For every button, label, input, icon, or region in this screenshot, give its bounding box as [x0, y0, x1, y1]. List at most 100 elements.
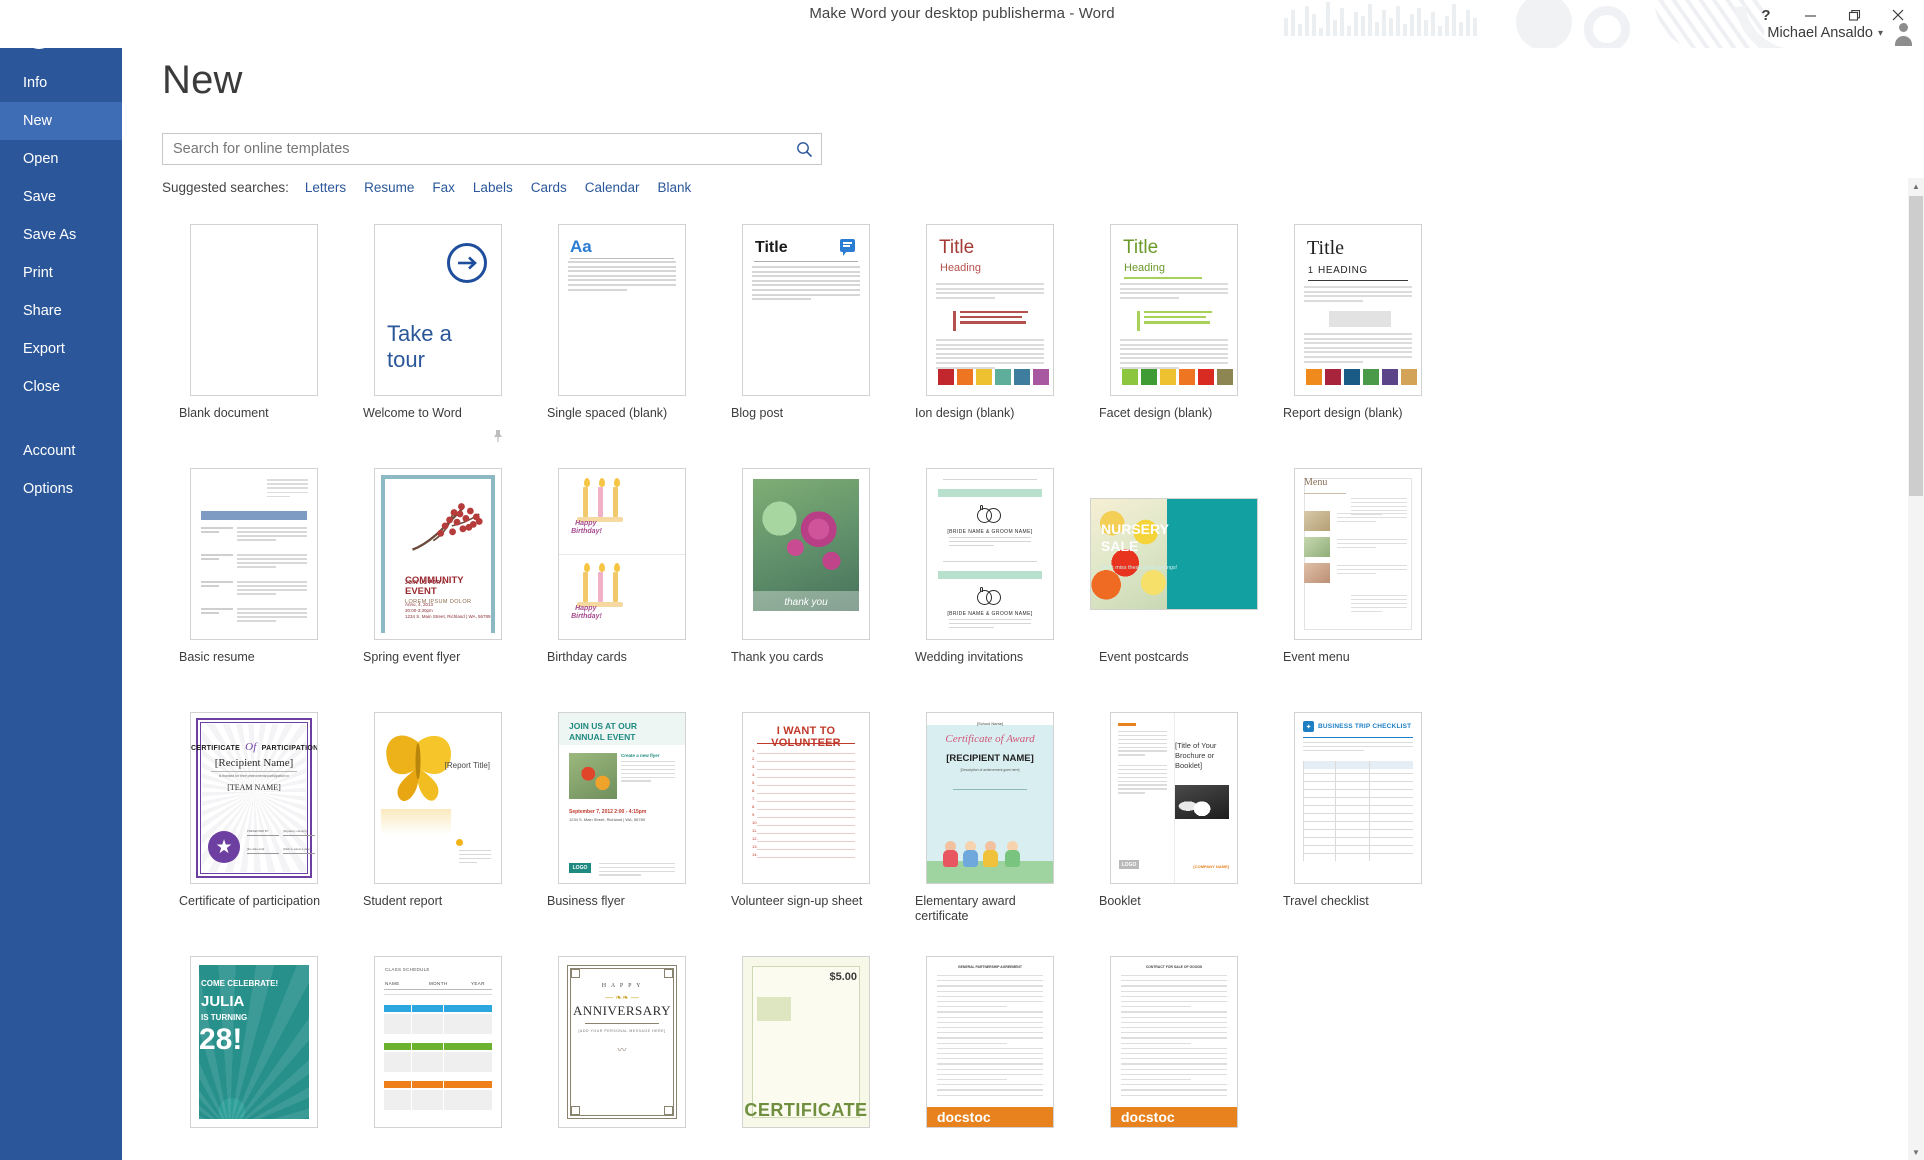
award-kid-1: [943, 841, 958, 867]
text-line: [237, 589, 307, 591]
template-thumbnail[interactable]: [Title of Your Brochure or Booklet] [COMP…: [1110, 712, 1238, 884]
text-line: [1304, 337, 1412, 340]
legal-text-line: [937, 975, 1043, 977]
color-swatch-6: [1217, 369, 1233, 385]
template-thumbnail[interactable]: $5.00 CERTIFICATE: [742, 956, 870, 1128]
template-thumbnail[interactable]: Happy Birthday! Happy Birthday!: [558, 468, 686, 640]
template-thumbnail[interactable]: CLASS SCHEDULE NAME MONTH YEAR: [374, 956, 502, 1128]
sidebar-item-options[interactable]: Options: [0, 470, 122, 508]
text-line: [943, 561, 1037, 563]
text-line: [936, 292, 1044, 295]
deco-bar: [1298, 24, 1302, 36]
booklet-photo: [1175, 785, 1229, 819]
legal-text-line: [937, 1053, 1043, 1055]
row-number: 12.: [752, 836, 758, 841]
accent-line: [960, 311, 1028, 314]
candle-flame: [584, 477, 591, 487]
suggested-search-blank[interactable]: Blank: [658, 180, 692, 195]
template-thumbnail[interactable]: [BRIDE NAME & GROOM NAME] [BRIDE NAME & G…: [926, 468, 1054, 640]
row-number: 11.: [752, 828, 758, 833]
template-thumbnail[interactable]: thank you: [742, 468, 870, 640]
sidebar-item-open[interactable]: Open: [0, 140, 122, 178]
scroll-up-button[interactable]: ▲: [1908, 178, 1924, 194]
sidebar-item-close[interactable]: Close: [0, 368, 122, 406]
template-thumbnail[interactable]: CERTIFICATE Of PARTICIPATION [Recipient Nam…: [190, 712, 318, 884]
booklet-fold: [1174, 713, 1175, 883]
legal-text-line: [1121, 1001, 1227, 1003]
template-thumbnail[interactable]: GENERAL PARTNERSHIP AGREEMENT docstoc: [926, 956, 1054, 1128]
award-kid-3: [983, 841, 998, 867]
docstoc-logo-text: docstoc: [937, 1109, 991, 1125]
sidebar-item-info[interactable]: Info: [0, 64, 122, 102]
template-thumbnail[interactable]: [Report Title]: [374, 712, 502, 884]
pin-icon[interactable]: [492, 429, 504, 443]
template-thumbnail[interactable]: [190, 468, 318, 640]
template-thumbnail[interactable]: I WANT TO VOLUNTEER 1. 2. 3. 4. 5. 6. 7. 8. 9. 10.…: [742, 712, 870, 884]
template-cell: Take a tour Welcome to Word: [346, 217, 530, 461]
legal-text-line: [937, 1068, 1043, 1070]
suggested-search-cards[interactable]: Cards: [531, 180, 567, 195]
template-thumbnail[interactable]: Title: [742, 224, 870, 396]
text-line: [752, 266, 860, 268]
text-lines: [1304, 286, 1412, 304]
template-thumbnail[interactable]: COME CELEBRATE! JULIA IS TURNING 28!: [190, 956, 318, 1128]
kid-body: [1005, 850, 1020, 867]
template-thumbnail[interactable]: Title Heading: [1110, 224, 1238, 396]
template-scrollbar[interactable]: ▲ ▼: [1908, 178, 1924, 1160]
scrollbar-thumb[interactable]: [1909, 196, 1923, 496]
text-line: [943, 479, 1037, 481]
sidebar-item-save[interactable]: Save: [0, 178, 122, 216]
template-thumbnail[interactable]: JOIN US AT OUR ANNUAL EVENT Create a new f…: [558, 712, 686, 884]
scroll-down-button[interactable]: ▼: [1908, 1144, 1924, 1160]
suggested-search-fax[interactable]: Fax: [432, 180, 455, 195]
legal-text-line: [937, 990, 1043, 992]
account-area[interactable]: Michael Ansaldo ▾: [1767, 20, 1916, 46]
sidebar-item-new[interactable]: New: [0, 102, 122, 140]
suggested-search-resume[interactable]: Resume: [364, 180, 414, 195]
template-thumbnail[interactable]: NURSERY SALE Don't miss these great saving…: [1090, 498, 1258, 610]
schedule-col-sep-2: [443, 1005, 444, 1121]
sidebar-item-save-as[interactable]: Save As: [0, 216, 122, 254]
template-thumbnail[interactable]: ✦ BUSINESS TRIP CHECKLIST: [1294, 712, 1422, 884]
candle-flame: [599, 477, 606, 487]
template-thumbnail[interactable]: H A P P Y — ❧❧ — ANNIVERSARY [ADD YOUR PERS…: [558, 956, 686, 1128]
sidebar-item-share[interactable]: Share: [0, 292, 122, 330]
certificate-recipient-name: [Recipient Name]: [214, 757, 294, 769]
color-swatch-6: [1401, 369, 1417, 385]
award-description: [Description of achievement goes here]: [960, 768, 1020, 772]
template-thumbnail[interactable]: Aa: [558, 224, 686, 396]
template-thumbnail[interactable]: CONTRACT FOR SALE OF GOODS docstoc: [1110, 956, 1238, 1128]
template-thumbnail[interactable]: Title 1 HEADING: [1294, 224, 1422, 396]
search-input[interactable]: [162, 133, 822, 165]
suggested-search-calendar[interactable]: Calendar: [585, 180, 640, 195]
text-line: [201, 585, 219, 587]
text-lines: [384, 994, 492, 998]
template-thumbnail[interactable]: JOIN US FOR A COMMUNITY EVENT LOREM IPSUM …: [374, 468, 502, 640]
template-thumbnail[interactable]: [School Name] Certificate of Award [RECIPI…: [926, 712, 1054, 884]
suggested-search-letters[interactable]: Letters: [305, 180, 346, 195]
signature-label: [Click to select a date]: [283, 847, 311, 851]
sidebar-item-print[interactable]: Print: [0, 254, 122, 292]
template-thumb-wrap: Happy Birthday! Happy Birthday!: [530, 461, 714, 647]
template-thumbnail[interactable]: Title Heading: [926, 224, 1054, 396]
legal-text-line: [1121, 1084, 1227, 1086]
anniversary-frame-inner: [570, 968, 674, 1116]
report-heading-number: 1: [1308, 265, 1314, 275]
volunteer-row-line: [757, 809, 855, 811]
sidebar-item-account[interactable]: Account: [0, 432, 122, 470]
template-thumbnail[interactable]: [190, 224, 318, 396]
text-line: [1118, 784, 1167, 786]
template-thumbnail[interactable]: Menu: [1294, 468, 1422, 640]
text-line: [752, 270, 860, 273]
sidebar-item-export[interactable]: Export: [0, 330, 122, 368]
template-thumbnail[interactable]: Take a tour: [374, 224, 502, 396]
chevron-down-icon[interactable]: ▾: [1878, 28, 1883, 39]
search-icon[interactable]: [787, 134, 821, 164]
text-line: [459, 861, 477, 863]
suggested-search-labels[interactable]: Labels: [473, 180, 513, 195]
report-heading-row: 1 HEADING: [1308, 265, 1368, 276]
template-name: Single spaced (blank): [547, 406, 668, 420]
avatar[interactable]: [1890, 20, 1916, 46]
signature-label: PRESENTED BY: [247, 829, 269, 833]
report-figure-block: [1329, 311, 1391, 327]
